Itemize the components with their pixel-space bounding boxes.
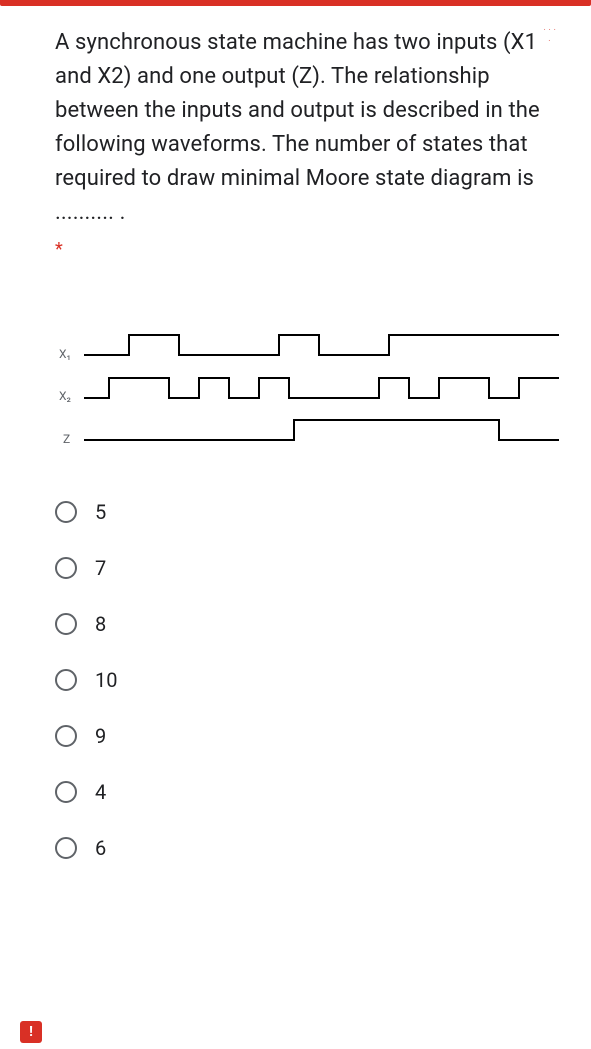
radio-icon xyxy=(55,669,77,691)
option-label: 6 xyxy=(95,836,106,860)
question-text: A synchronous state machine has two inpu… xyxy=(55,26,563,231)
waveform-svg: X₁ X₂ Z xyxy=(55,310,563,460)
option-label: 9 xyxy=(95,724,106,748)
radio-icon xyxy=(55,613,77,635)
option-label: 4 xyxy=(95,780,106,804)
waveform-z xyxy=(84,420,559,440)
option-label: 8 xyxy=(95,612,106,636)
question-container: A synchronous state machine has two inpu… xyxy=(0,6,591,876)
waveform-diagram: X₁ X₂ Z xyxy=(55,310,563,464)
option-label: 5 xyxy=(95,500,106,524)
waveform-x2 xyxy=(84,378,559,398)
radio-icon xyxy=(55,557,77,579)
radio-icon xyxy=(55,501,77,523)
waveform-label-x2: X₂ xyxy=(59,389,71,403)
option-8[interactable]: 8 xyxy=(55,596,563,652)
options-group: 5 7 8 10 9 4 6 xyxy=(55,484,563,876)
alert-badge[interactable]: ! xyxy=(20,1021,42,1043)
option-4[interactable]: 4 xyxy=(55,764,563,820)
waveform-x1 xyxy=(84,335,559,355)
alert-icon: ! xyxy=(29,1024,33,1040)
waveform-label-z: Z xyxy=(63,432,70,446)
option-6[interactable]: 6 xyxy=(55,820,563,876)
required-indicator: * xyxy=(55,239,563,260)
option-label: 7 xyxy=(95,556,106,580)
decoration-dots: · · · · xyxy=(543,25,556,47)
radio-icon xyxy=(55,837,77,859)
radio-icon xyxy=(55,781,77,803)
option-5[interactable]: 5 xyxy=(55,484,563,540)
option-9[interactable]: 9 xyxy=(55,708,563,764)
option-7[interactable]: 7 xyxy=(55,540,563,596)
option-10[interactable]: 10 xyxy=(55,652,563,708)
waveform-label-x1: X₁ xyxy=(59,347,71,361)
radio-icon xyxy=(55,725,77,747)
option-label: 10 xyxy=(95,668,117,692)
